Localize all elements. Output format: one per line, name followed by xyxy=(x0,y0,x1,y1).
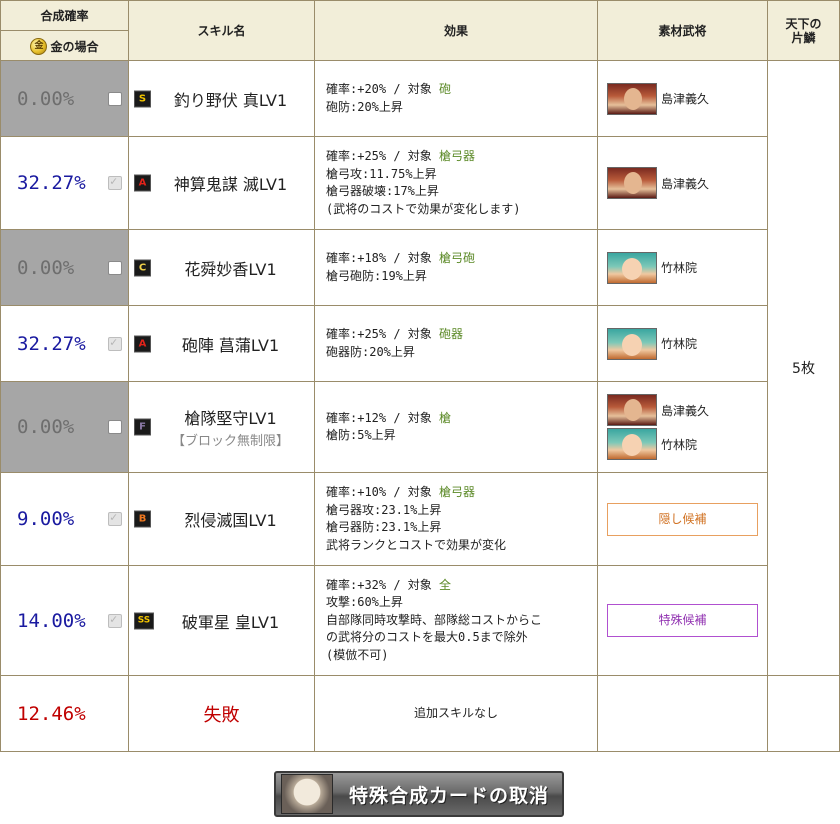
skill-checkbox[interactable] xyxy=(108,335,122,351)
hidden-candidate-button[interactable]: 隠し候補 xyxy=(607,502,758,536)
fail-label: 失敗 xyxy=(128,675,315,752)
rank-c-icon: C xyxy=(134,259,151,276)
scale-cell xyxy=(767,675,840,752)
table-row: 0.00% C 花舜妙香LV1 確率:+18% / 対象 槍弓砲 槍弓砲防:19… xyxy=(0,229,840,306)
rank-f-icon: F xyxy=(134,418,151,436)
rank-s-icon: S xyxy=(134,90,151,107)
skill-checkbox[interactable] xyxy=(108,174,122,190)
material-cell: 隠し候補 xyxy=(597,472,768,566)
material-cell: 島津義久 竹林院 xyxy=(597,381,768,473)
cancel-special-synthesis-button[interactable]: 特殊合成カードの取消 xyxy=(274,771,564,817)
cancel-button-label: 特殊合成カードの取消 xyxy=(349,784,550,807)
scale-value: 5枚 xyxy=(767,60,840,676)
skill-cell: A 神算鬼謀 滅LV1 xyxy=(128,136,315,230)
gold-coin-icon: 金 xyxy=(30,37,48,55)
gold-case-header: 金 金の場合 xyxy=(0,30,129,61)
skill-checkbox[interactable] xyxy=(108,91,122,106)
skill-cell: A 砲陣 菖蒲LV1 xyxy=(128,305,315,382)
skill-cell: B 烈侵滅国LV1 xyxy=(128,472,315,566)
skill-cell: F 槍隊堅守LV1 【ブロック無制限】 xyxy=(128,381,315,473)
skill-name: 釣り野伏 真LV1 xyxy=(173,90,288,110)
skill-cell: SS 破軍星 皇LV1 xyxy=(128,565,315,676)
material-cell: 竹林院 xyxy=(597,305,768,382)
rate-cell: 32.27% xyxy=(0,305,129,382)
effect-cell: 確率:+25% / 対象 砲器 砲器防:20%上昇 xyxy=(314,305,598,382)
skill-name: 神算鬼謀 滅LV1 xyxy=(173,175,288,194)
table-row: 0.00% F 槍隊堅守LV1 【ブロック無制限】 確率:+12% / 対象 槍… xyxy=(0,381,840,473)
skill-name: 烈侵滅国LV1 xyxy=(184,511,277,530)
material-cell: 特殊候補 xyxy=(597,565,768,676)
skill-checkbox[interactable] xyxy=(108,420,122,434)
effect-cell: 確率:+12% / 対象 槍 槍防:5%上昇 xyxy=(314,381,598,473)
skill-name: 砲陣 菖蒲LV1 xyxy=(181,335,280,355)
rank-b-icon: B xyxy=(134,510,151,528)
rate-cell: 0.00% xyxy=(0,60,129,137)
rate-cell: 14.00% xyxy=(0,565,129,676)
rank-a-icon: A xyxy=(134,335,151,352)
general-portrait xyxy=(607,327,657,360)
skill-checkbox[interactable] xyxy=(108,612,122,628)
rank-a-icon: A xyxy=(134,174,151,192)
effect-cell: 確率:+32% / 対象 全 攻撃:60%上昇 自部隊同時攻撃時、部隊総コストか… xyxy=(314,565,598,676)
material-cell: 竹林院 xyxy=(597,229,768,306)
table-row: 9.00% B 烈侵滅国LV1 確率:+10% / 対象 槍弓器 槍弓器攻:23… xyxy=(0,472,840,566)
skill-name: 破軍星 皇LV1 xyxy=(181,612,280,632)
table-row: 32.27% A 神算鬼謀 滅LV1 確率:+25% / 対象 槍弓器 槍弓攻:… xyxy=(0,136,840,230)
skill-synthesis-table: 合成確率 スキル名 効果 素材武将 天下の 片鱗 金 金の場合 0.00% S 釣… xyxy=(0,0,840,752)
general-portrait xyxy=(607,167,657,199)
fail-row: 12.46% 失敗 追加スキルなし xyxy=(0,675,840,752)
rate-cell: 9.00% xyxy=(0,472,129,566)
character-face-icon xyxy=(281,774,333,814)
skill-checkbox[interactable] xyxy=(108,510,122,526)
material-cell: 島津義久 xyxy=(597,136,768,230)
skill-name: 槍隊堅守LV1 xyxy=(184,409,277,428)
rate-cell: 0.00% xyxy=(0,229,129,306)
effect-cell: 確率:+25% / 対象 槍弓器 槍弓攻:11.75%上昇 槍弓器破壊:17%上… xyxy=(314,136,598,230)
table-row: 0.00% S 釣り野伏 真LV1 確率:+20% / 対象 砲 砲防:20%上… xyxy=(0,60,840,676)
fail-effect: 追加スキルなし xyxy=(314,675,598,752)
skill-note: 【ブロック無制限】 xyxy=(171,434,289,449)
skill-name-header: スキル名 xyxy=(128,0,315,61)
general-portrait xyxy=(607,82,657,115)
rate-header: 合成確率 xyxy=(0,0,129,31)
general-portrait xyxy=(607,394,657,426)
rate-cell: 0.00% xyxy=(0,381,129,473)
effect-cell: 確率:+18% / 対象 槍弓砲 槍弓砲防:19%上昇 xyxy=(314,229,598,306)
fail-rate-cell: 12.46% xyxy=(0,675,129,752)
skill-checkbox[interactable] xyxy=(108,260,122,275)
material-general-header: 素材武将 xyxy=(597,0,768,61)
skill-cell: S 釣り野伏 真LV1 xyxy=(128,60,315,137)
scale-header: 天下の 片鱗 xyxy=(767,0,840,61)
table-row: 32.27% A 砲陣 菖蒲LV1 確率:+25% / 対象 砲器 砲器防:20… xyxy=(0,305,840,382)
effect-cell: 確率:+20% / 対象 砲 砲防:20%上昇 xyxy=(314,60,598,137)
general-portrait xyxy=(607,428,657,460)
table-row: 14.00% SS 破軍星 皇LV1 確率:+32% / 対象 全 攻撃:60%… xyxy=(0,565,840,676)
material-cell xyxy=(597,675,768,752)
general-portrait xyxy=(607,251,657,284)
effect-header: 効果 xyxy=(314,0,598,61)
special-candidate-button[interactable]: 特殊候補 xyxy=(607,604,758,637)
rate-cell: 32.27% xyxy=(0,136,129,230)
skill-cell: C 花舜妙香LV1 xyxy=(128,229,315,306)
skill-name: 花舜妙香LV1 xyxy=(184,259,277,279)
effect-cell: 確率:+10% / 対象 槍弓器 槍弓器攻:23.1%上昇 槍弓器防:23.1%… xyxy=(314,472,598,566)
rank-ss-icon: SS xyxy=(134,612,154,629)
material-cell: 島津義久 xyxy=(597,60,768,137)
